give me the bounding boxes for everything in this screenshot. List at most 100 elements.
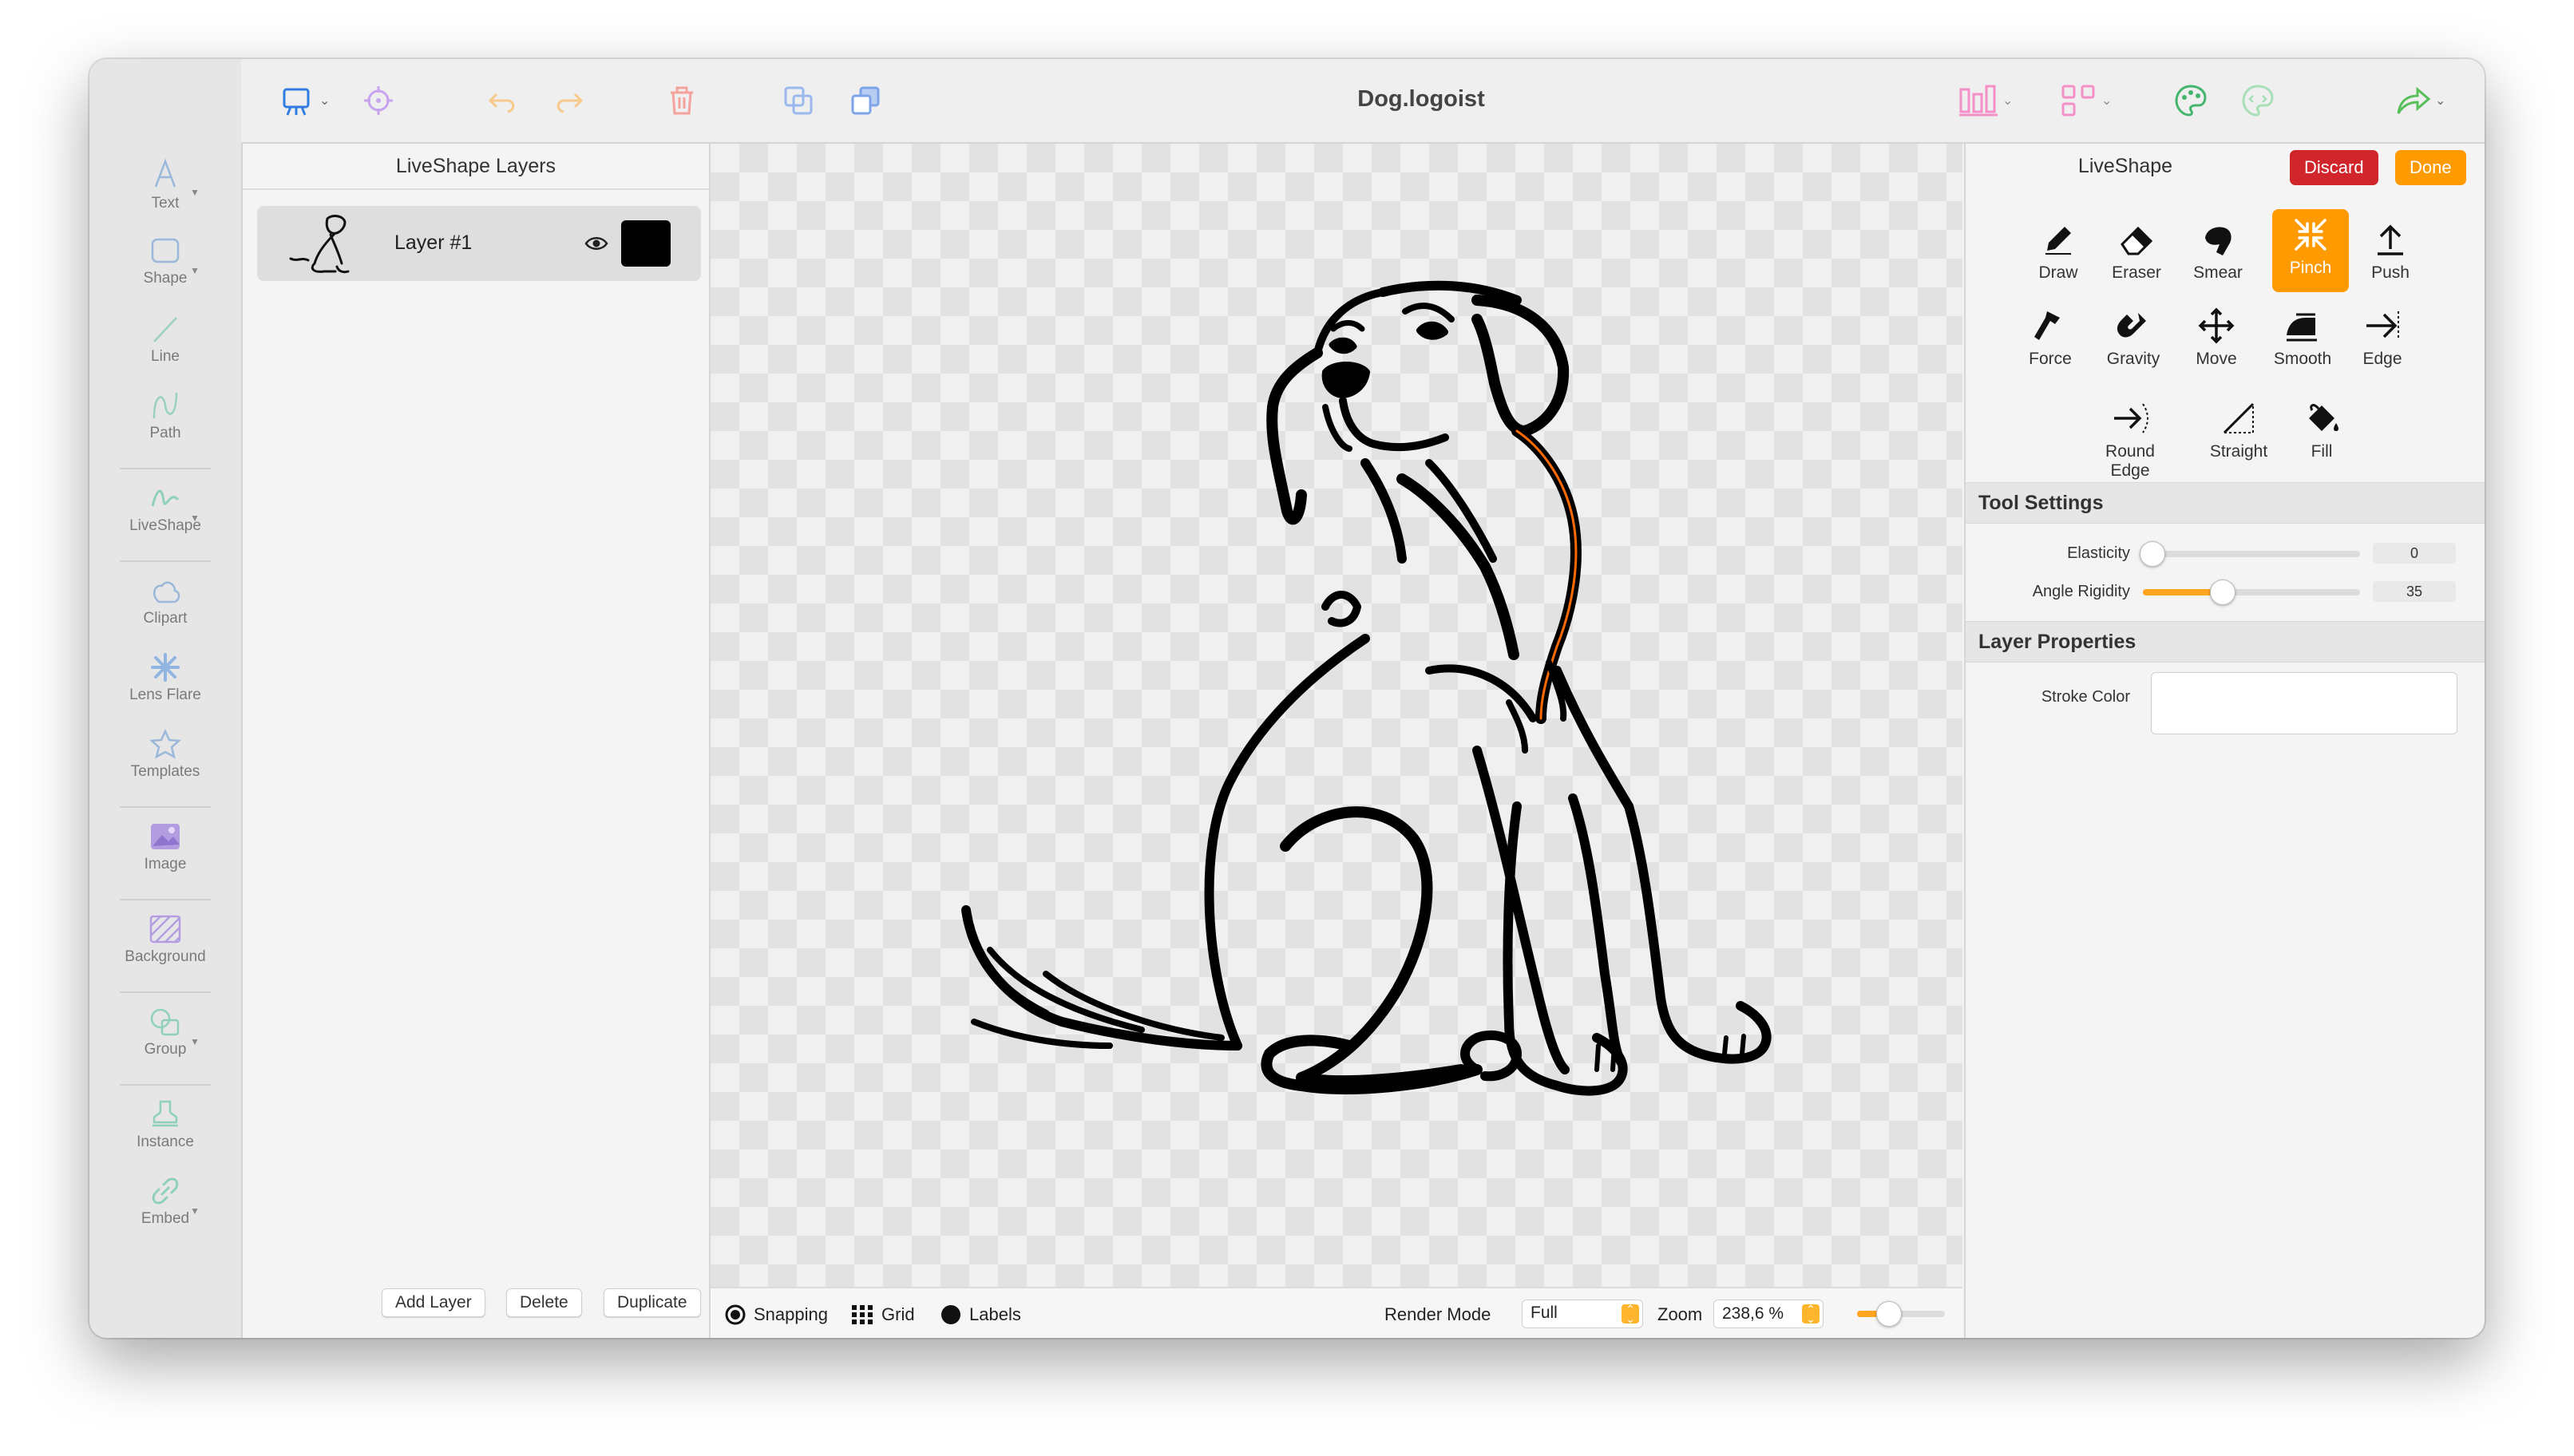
sidebar-tool-label: Clipart: [143, 610, 188, 627]
liveshape-panel: LiveShape Discard Done Draw Eraser Smear…: [1964, 144, 2485, 1338]
tool-move[interactable]: Move: [2178, 300, 2255, 383]
sidebar-tool-label: Lens Flare: [129, 686, 201, 703]
palette-icon: [2175, 85, 2207, 117]
add-layer-button[interactable]: Add Layer: [382, 1288, 485, 1317]
tool-smear[interactable]: Smear: [2180, 214, 2256, 297]
chevron-down-icon: ⌄: [319, 94, 331, 108]
distribute-icon: [2061, 85, 2095, 117]
delete-button[interactable]: [664, 83, 699, 118]
shape-icon: [151, 238, 180, 263]
sidebar-tool-group[interactable]: Group ▼: [89, 1006, 241, 1058]
stroke-color-label: Stroke Color: [2041, 688, 2130, 706]
labels-toggle[interactable]: Labels: [940, 1304, 1021, 1325]
tool-draw[interactable]: Draw: [2020, 214, 2097, 297]
layer-name: Layer #1: [394, 231, 473, 254]
angle-rigidity-slider[interactable]: [2143, 580, 2360, 605]
elasticity-slider-knob[interactable]: [2140, 541, 2165, 567]
sidebar-tool-templates[interactable]: Templates: [89, 728, 241, 781]
sidebar-tool-lens-flare[interactable]: Lens Flare: [89, 651, 241, 704]
duplicate-layer-button[interactable]: Duplicate: [604, 1288, 701, 1317]
color-code-button[interactable]: [2240, 83, 2275, 118]
snapping-toggle[interactable]: Snapping: [725, 1304, 828, 1325]
sidebar-tool-background[interactable]: Background: [89, 913, 241, 966]
tool-edge[interactable]: Edge: [2344, 300, 2421, 383]
tool-smooth[interactable]: Smooth: [2264, 300, 2341, 383]
sidebar-tool-image[interactable]: Image: [89, 821, 241, 873]
select-tool-button[interactable]: ⌄: [279, 83, 330, 118]
distribute-button[interactable]: ⌄: [2060, 83, 2112, 118]
zoom-slider[interactable]: [1857, 1301, 1945, 1327]
sidebar-tool-liveshape[interactable]: LiveShape ▼: [89, 482, 241, 535]
align-button[interactable]: ⌄: [1958, 83, 2013, 118]
done-button[interactable]: Done: [2395, 150, 2466, 185]
sidebar-tool-clipart[interactable]: Clipart: [89, 575, 241, 627]
elasticity-value[interactable]: 0: [2373, 543, 2456, 564]
embed-icon: [152, 1177, 179, 1205]
zoom-label: Zoom: [1657, 1304, 1703, 1324]
angle-rigidity-value[interactable]: 35: [2373, 581, 2456, 602]
layer-row[interactable]: Layer #1: [257, 206, 701, 281]
sidebar-tool-text[interactable]: Text ▼: [89, 156, 241, 212]
window-title: Dog.logoist: [1357, 86, 1485, 112]
line-icon: [153, 317, 177, 342]
tool-label: Fill: [2311, 442, 2333, 461]
layer-color-swatch[interactable]: [621, 220, 671, 267]
share-arrow-icon: [2397, 86, 2431, 114]
sidebar-tool-instance[interactable]: Instance: [89, 1098, 241, 1151]
lens-flare-icon: [151, 653, 180, 682]
send-back-button[interactable]: [848, 83, 883, 118]
tool-sidebar: Text ▼ Shape ▼ Line Path LiveShape ▼ Cli…: [89, 59, 243, 1338]
elasticity-slider[interactable]: [2140, 541, 2360, 567]
tool-pinch[interactable]: Pinch: [2272, 209, 2349, 292]
sidebar-tool-label: Path: [149, 425, 181, 441]
templates-icon: [148, 728, 182, 759]
angle-rigidity-knob[interactable]: [2210, 580, 2235, 605]
tool-round-edge[interactable]: Round Edge: [2084, 393, 2176, 480]
sidebar-tool-shape[interactable]: Shape ▼: [89, 235, 241, 287]
tool-force[interactable]: Force: [2012, 300, 2089, 383]
chevron-down-icon: ▼: [190, 265, 200, 276]
zoom-slider-knob[interactable]: [1875, 1301, 1902, 1327]
snapping-label: Snapping: [754, 1304, 828, 1324]
layer-thumbnail: [289, 215, 350, 274]
tool-straight[interactable]: Straight: [2200, 393, 2277, 476]
edge-arrow-icon: [2366, 311, 2399, 340]
render-mode-select[interactable]: Full ⌃ ⌄: [1522, 1300, 1643, 1328]
layer-properties-header: Layer Properties: [1966, 621, 2485, 663]
color-palette-button[interactable]: [2173, 83, 2208, 118]
bring-front-button[interactable]: [781, 83, 816, 118]
redo-button[interactable]: [551, 83, 586, 118]
snapping-radio-icon: [725, 1304, 746, 1325]
tool-eraser[interactable]: Eraser: [2098, 214, 2175, 297]
tool-label: Eraser: [2112, 263, 2161, 282]
sidebar-tool-label: Line: [151, 348, 180, 365]
tool-fill[interactable]: Fill: [2283, 393, 2360, 476]
drawing-canvas[interactable]: [711, 144, 1962, 1287]
app-window: Text ▼ Shape ▼ Line Path LiveShape ▼ Cli…: [89, 59, 2485, 1338]
sidebar-tool-embed[interactable]: Embed ▼: [89, 1175, 241, 1228]
tool-gravity[interactable]: Gravity: [2095, 300, 2172, 383]
zoom-input[interactable]: 238,6 % ⌃ ⌄: [1713, 1300, 1824, 1328]
delete-layer-button[interactable]: Delete: [506, 1288, 582, 1317]
discard-button[interactable]: Discard: [2290, 150, 2378, 185]
grid-toggle[interactable]: Grid: [851, 1304, 915, 1325]
sidebar-tool-line[interactable]: Line: [89, 313, 241, 366]
target-button[interactable]: [361, 83, 396, 118]
eye-icon[interactable]: [584, 235, 608, 252]
share-button[interactable]: ⌄: [2394, 83, 2445, 118]
tool-label: Straight: [2209, 442, 2268, 461]
labels-dot-icon: [941, 1305, 960, 1324]
sidebar-tool-label: Background: [125, 948, 206, 965]
tool-push[interactable]: Push: [2352, 214, 2429, 297]
straight-line-icon: [2223, 402, 2255, 434]
undo-button[interactable]: [485, 83, 521, 118]
stroke-color-well[interactable]: [2151, 672, 2457, 734]
sidebar-tool-label: Group: [144, 1041, 187, 1058]
sidebar-tool-path[interactable]: Path: [89, 390, 241, 442]
text-icon: [154, 158, 176, 188]
sidebar-tool-label: Shape: [143, 270, 188, 287]
chevron-down-icon: ⌄: [2101, 94, 2113, 108]
canvas-select-icon: [283, 88, 310, 116]
tool-label: Round Edge: [2105, 442, 2155, 480]
hammer-icon: [2034, 311, 2060, 340]
